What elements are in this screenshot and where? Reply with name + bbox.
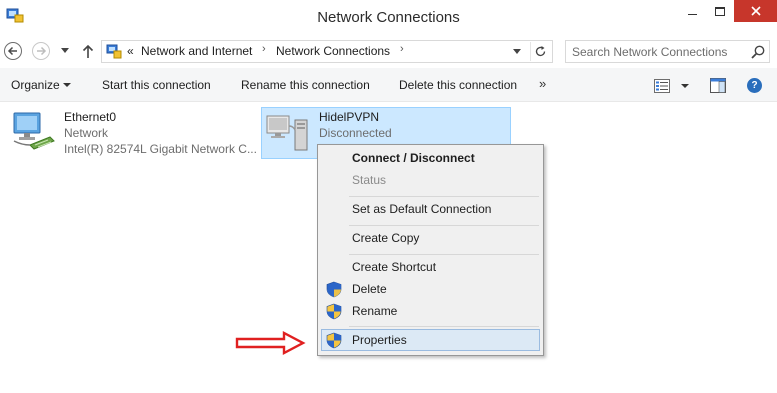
- refresh-button[interactable]: [530, 42, 550, 61]
- context-menu: Connect / Disconnect Status Set as Defau…: [317, 144, 544, 356]
- refresh-icon: [535, 46, 546, 57]
- close-button[interactable]: [734, 0, 777, 22]
- chevron-down-icon: [61, 48, 69, 53]
- chevron-down-icon: [63, 83, 71, 87]
- window-title: Network Connections: [317, 9, 460, 26]
- search-icon: [751, 45, 765, 59]
- breadcrumb-overflow[interactable]: «: [127, 44, 134, 58]
- menu-item-create-shortcut[interactable]: Create Shortcut: [321, 256, 540, 278]
- annotation-arrow-icon: [235, 331, 306, 355]
- forward-arrow-icon: [32, 42, 50, 60]
- menu-item-create-copy[interactable]: Create Copy: [321, 227, 540, 249]
- connection-device: Intel(R) 82574L Gigabit Network C...: [64, 142, 257, 156]
- menu-separator: [349, 254, 539, 255]
- shield-icon: [326, 303, 342, 320]
- recent-locations-button[interactable]: [58, 41, 72, 61]
- vpn-connection-icon: [266, 115, 308, 151]
- organize-menu[interactable]: Organize: [11, 78, 60, 92]
- help-icon[interactable]: ?: [747, 78, 762, 93]
- rename-connection-button[interactable]: Rename this connection: [241, 78, 370, 92]
- connection-name: HidelPVPN: [319, 110, 380, 124]
- chevron-down-icon: [513, 49, 521, 54]
- change-view-icon[interactable]: [654, 79, 670, 93]
- menu-separator: [349, 326, 539, 327]
- menu-item-rename[interactable]: Rename: [321, 300, 540, 322]
- close-icon: [750, 6, 761, 16]
- start-connection-button[interactable]: Start this connection: [102, 78, 211, 92]
- maximize-icon: [715, 6, 725, 16]
- menu-separator: [349, 196, 539, 197]
- up-arrow-icon: [82, 44, 94, 58]
- menu-item-label: Rename: [352, 304, 398, 318]
- menu-item-label: Create Shortcut: [352, 260, 437, 274]
- shield-icon: [326, 332, 342, 349]
- menu-item-label: Delete: [352, 282, 387, 296]
- navigation-bar: « Network and Internet › Network Connect…: [0, 36, 777, 68]
- connection-type: Network: [64, 126, 109, 140]
- menu-item-delete[interactable]: Delete: [321, 278, 540, 300]
- breadcrumb-network-connections[interactable]: Network Connections: [276, 44, 390, 58]
- address-bar[interactable]: « Network and Internet › Network Connect…: [101, 40, 553, 63]
- menu-item-label: Create Copy: [352, 231, 420, 245]
- breadcrumb-network-and-internet[interactable]: Network and Internet: [141, 44, 252, 58]
- network-connections-icon: [106, 44, 122, 59]
- search-box[interactable]: [565, 40, 770, 63]
- menu-item-label: Connect / Disconnect: [352, 151, 475, 165]
- minimize-icon: [687, 13, 697, 15]
- breadcrumb-separator[interactable]: ›: [400, 43, 404, 55]
- address-history-button[interactable]: [508, 43, 526, 60]
- view-options-dropdown[interactable]: [681, 84, 689, 88]
- menu-item-label: Set as Default Connection: [352, 202, 492, 216]
- command-bar: Organize Start this connection Rename th…: [0, 68, 777, 102]
- connection-name: Ethernet0: [64, 110, 117, 124]
- menu-item-set-default[interactable]: Set as Default Connection: [321, 198, 540, 220]
- menu-separator: [349, 225, 539, 226]
- back-button[interactable]: [3, 41, 23, 61]
- menu-item-status: Status: [321, 169, 540, 191]
- title-bar: Network Connections: [0, 0, 777, 36]
- breadcrumb-separator[interactable]: ›: [262, 43, 266, 55]
- network-adapter-icon: [13, 112, 55, 150]
- connection-item-ethernet[interactable]: Ethernet0 Network Intel(R) 82574L Gigabi…: [6, 107, 257, 159]
- shield-icon: [326, 281, 342, 298]
- forward-button[interactable]: [31, 41, 51, 61]
- menu-item-label: Properties: [352, 333, 407, 347]
- more-commands-button[interactable]: »: [539, 76, 546, 91]
- menu-item-label: Status: [352, 173, 387, 187]
- delete-connection-button[interactable]: Delete this connection: [399, 78, 517, 92]
- up-button[interactable]: [78, 41, 98, 61]
- minimize-button[interactable]: [678, 0, 706, 22]
- menu-item-connect-disconnect[interactable]: Connect / Disconnect: [321, 147, 540, 169]
- connection-status: Disconnected: [319, 126, 392, 140]
- maximize-button[interactable]: [706, 0, 734, 22]
- back-arrow-icon: [4, 42, 22, 60]
- menu-item-properties[interactable]: Properties: [321, 329, 540, 351]
- search-input[interactable]: [572, 43, 744, 60]
- preview-pane-icon[interactable]: [710, 78, 726, 93]
